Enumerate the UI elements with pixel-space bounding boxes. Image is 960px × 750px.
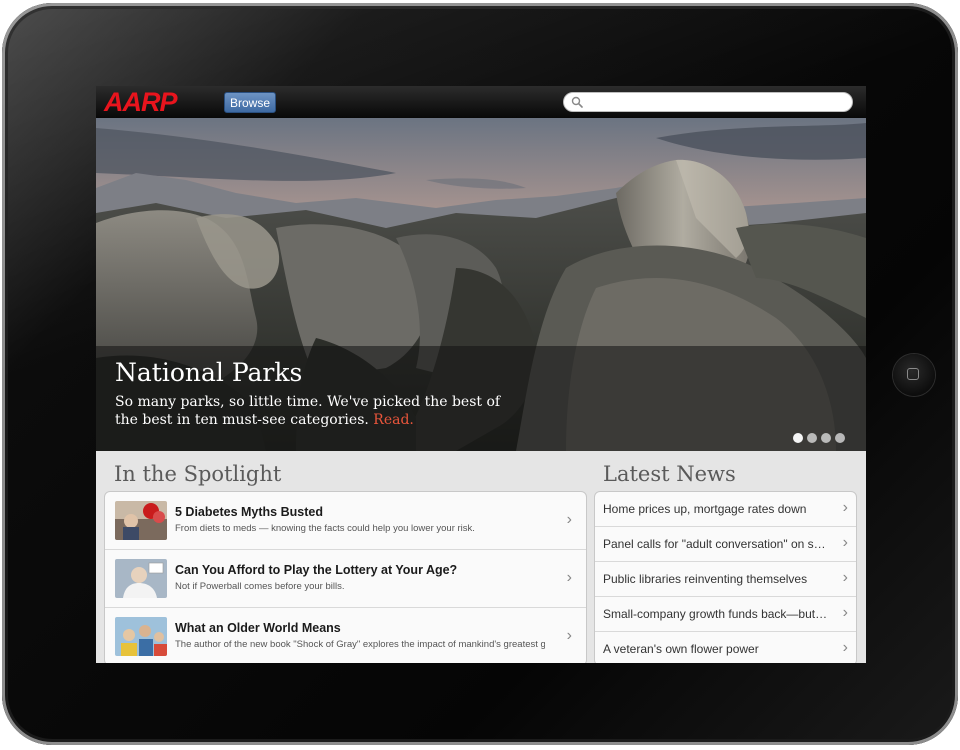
spotlight-thumbnail-lottery [115,559,167,598]
spotlight-item-title: What an Older World Means [175,621,341,635]
carousel-dot-2[interactable] [807,433,817,443]
spotlight-item[interactable]: Can You Afford to Play the Lottery at Yo… [105,550,586,608]
spotlight-list: 5 Diabetes Myths Busted From diets to me… [104,491,587,663]
top-bar: AARP Browse [96,86,866,118]
spotlight-item-description: The author of the new book "Shock of Gra… [175,639,545,650]
spotlight-thumbnail-crowd [115,617,167,656]
aarp-logo[interactable]: AARP [104,88,178,116]
app-screen: AARP Browse National Parks So many parks… [96,86,866,663]
carousel-dot-4[interactable] [835,433,845,443]
home-button[interactable] [893,354,935,396]
news-item-title: Small-company growth funds back—but stil… [603,607,828,621]
chevron-right-icon: › [566,627,572,644]
chevron-right-icon: › [842,604,848,621]
news-item-title: Panel calls for "adult conversation" on … [603,537,828,551]
search-input[interactable] [586,94,848,112]
spotlight-item[interactable]: 5 Diabetes Myths Busted From diets to me… [105,492,586,550]
hero-description-text: So many parks, so little time. We've pic… [115,394,501,428]
carousel-pagination [793,430,849,443]
chevron-right-icon: › [842,569,848,586]
spotlight-thumbnail-balloons [115,501,167,540]
spotlight-item-title: Can You Afford to Play the Lottery at Yo… [175,563,458,577]
search-icon [571,96,583,108]
spotlight-item-description: From diets to meds — knowing the facts c… [175,523,475,534]
latest-news-heading: Latest News [603,462,736,486]
news-item[interactable]: Small-company growth funds back—but stil… [595,597,856,632]
home-button-icon [907,368,919,380]
hero-carousel[interactable]: National Parks So many parks, so little … [96,118,866,451]
news-item[interactable]: Public libraries reinventing themselves … [595,562,856,597]
news-item-title: A veteran's own flower power [603,642,759,656]
news-item-title: Home prices up, mortgage rates down [603,502,807,516]
chevron-right-icon: › [842,534,848,551]
browse-button[interactable]: Browse [224,92,276,113]
spotlight-item-title: 5 Diabetes Myths Busted [175,505,323,519]
spotlight-heading: In the Spotlight [114,462,282,486]
hero-title[interactable]: National Parks [115,358,302,388]
carousel-dot-3[interactable] [821,433,831,443]
chevron-right-icon: › [566,569,572,586]
news-item[interactable]: A veteran's own flower power › [595,632,856,663]
spotlight-item-description: Not if Powerball comes before your bills… [175,581,345,592]
latest-news-list: Home prices up, mortgage rates down › Pa… [594,491,857,663]
news-item-title: Public libraries reinventing themselves [603,572,808,586]
news-item[interactable]: Home prices up, mortgage rates down › [595,492,856,527]
chevron-right-icon: › [842,639,848,656]
chevron-right-icon: › [566,511,572,528]
hero-description: So many parks, so little time. We've pic… [115,393,515,429]
spotlight-item[interactable]: What an Older World Means The author of … [105,608,586,663]
hero-read-link[interactable]: Read. [373,412,414,428]
chevron-right-icon: › [842,499,848,516]
carousel-dot-1[interactable] [793,433,803,443]
search-field[interactable] [563,92,853,112]
news-item[interactable]: Panel calls for "adult conversation" on … [595,527,856,562]
